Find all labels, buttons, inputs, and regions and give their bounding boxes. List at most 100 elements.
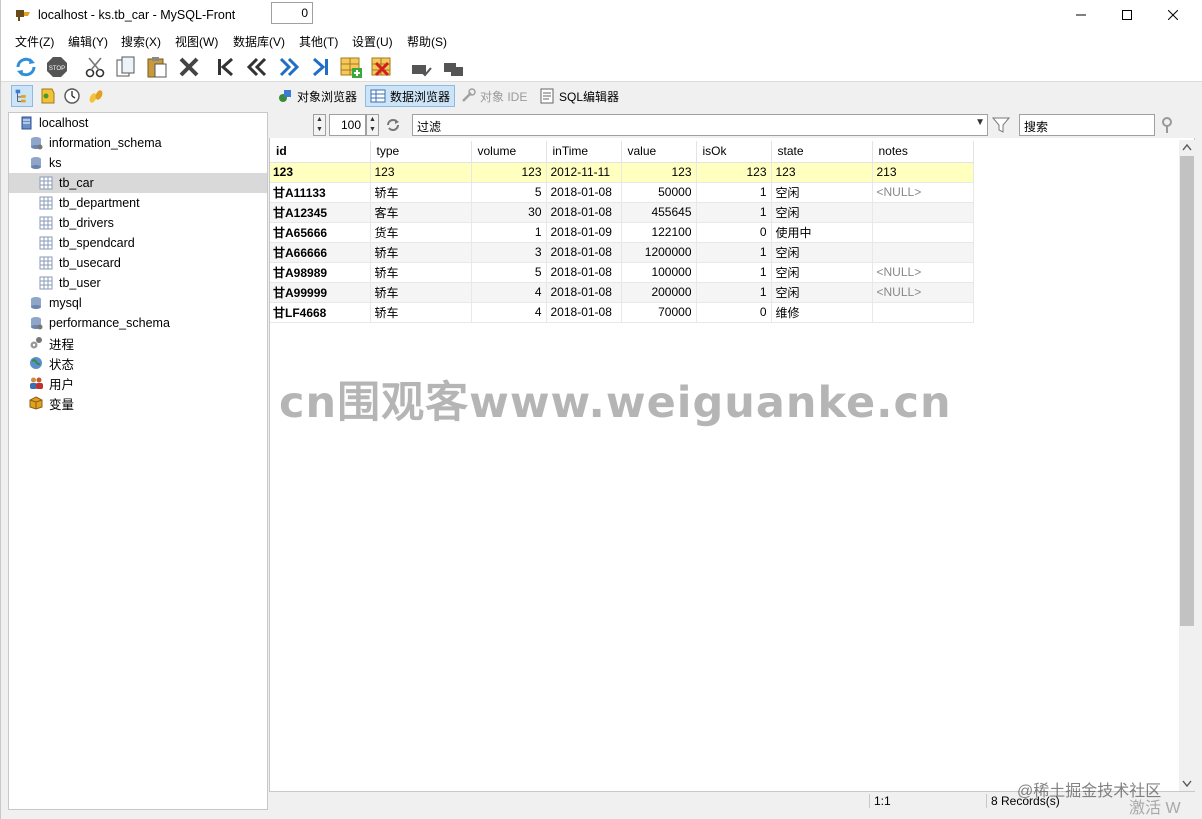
table-cell-isOk[interactable]: 123 [696,162,772,183]
scroll-down-icon[interactable] [1182,780,1192,788]
menu-file[interactable]: 文件(Z) [15,33,54,50]
search-icon[interactable] [1159,115,1177,135]
tree-node-status[interactable]: 状态 [29,353,74,373]
table-cell-isOk[interactable]: 1 [696,262,772,283]
table-cell-notes[interactable]: 213 [872,162,974,183]
table-cell-inTime[interactable]: 2018-01-08 [546,302,622,323]
table-row[interactable]: 甘A65666 货车 1 2018-01-09 122100 0 使用中 [270,222,974,243]
limit-spinner[interactable]: ▲ ▼ [366,114,379,136]
table-cell-type[interactable]: 轿车 [370,282,472,303]
table-cell-isOk[interactable]: 0 [696,222,772,243]
table-cell-value[interactable]: 50000 [621,182,697,203]
table-cell-type[interactable]: 轿车 [370,242,472,263]
table-cell-type[interactable]: 轿车 [370,302,472,323]
tree-node-performance-schema[interactable]: performance_schema [29,313,170,333]
table-cell-state[interactable]: 空闲 [771,182,873,203]
next-page-icon[interactable] [277,55,301,79]
tree-node-mysql[interactable]: mysql [29,293,82,313]
table-cell-volume[interactable]: 30 [471,202,547,223]
table-cell-isOk[interactable]: 1 [696,202,772,223]
table-cell-state[interactable]: 123 [771,162,873,183]
bookmarks-icon[interactable] [37,85,59,107]
table-cell-id[interactable]: 甘A66666 [270,242,371,263]
table-cell-volume[interactable]: 3 [471,242,547,263]
table-cell-type[interactable]: 123 [370,162,472,183]
table-cell-value[interactable]: 200000 [621,282,697,303]
tree-node-tb-drivers[interactable]: tb_drivers [39,213,114,233]
table-cell-id[interactable]: 甘A11133 [270,182,371,203]
tab-object-ide[interactable]: 对象 IDE [456,85,531,107]
table-row[interactable]: 甘A66666 轿车 3 2018-01-08 1200000 1 空闲 [270,242,974,263]
table-cell-state[interactable]: 维修 [771,302,873,323]
offset-field[interactable]: 0 [271,2,313,24]
offset-spinner[interactable]: ▲ ▼ [313,114,326,136]
tab-data-browser[interactable]: 数据浏览器 [365,85,456,107]
tree-node-tb-usecard[interactable]: tb_usecard [39,253,121,273]
minimize-button[interactable] [1058,0,1104,30]
table-cell-notes[interactable] [872,302,974,323]
close-button[interactable] [1150,0,1196,30]
table-cell-isOk[interactable]: 0 [696,302,772,323]
cut-icon[interactable] [83,55,107,79]
tree-node-localhost[interactable]: localhost [19,113,88,133]
menu-search[interactable]: 搜索(X) [121,33,161,50]
table-cell-notes[interactable]: <NULL> [872,182,974,203]
table-cell-volume[interactable]: 4 [471,302,547,323]
tree-node-processes[interactable]: 进程 [29,333,74,353]
table-cell-value[interactable]: 122100 [621,222,697,243]
table-cell-value[interactable]: 123 [621,162,697,183]
maximize-button[interactable] [1104,0,1150,30]
table-row[interactable]: 123 123 123 2012-11-11 123 123 123 213 [270,162,974,183]
cancel-record-icon[interactable] [441,55,465,79]
table-cell-id[interactable]: 123 [270,162,371,183]
column-header[interactable]: state [771,141,873,163]
table-cell-notes[interactable] [872,222,974,243]
table-row[interactable]: 甘A99999 轿车 4 2018-01-08 200000 1 空闲 <NULL> [270,282,974,303]
column-header[interactable]: type [370,141,472,163]
menu-edit[interactable]: 编辑(Y) [68,33,108,50]
tree-node-variables[interactable]: 变量 [29,393,74,413]
vertical-scrollbar[interactable] [1179,140,1195,792]
apply-limit-icon[interactable] [384,116,402,134]
menu-view[interactable]: 视图(W) [175,33,218,50]
table-cell-value[interactable]: 70000 [621,302,697,323]
table-cell-id[interactable]: 甘A65666 [270,222,371,243]
table-cell-inTime[interactable]: 2018-01-09 [546,222,622,243]
table-cell-isOk[interactable]: 1 [696,242,772,263]
column-header[interactable]: volume [471,141,547,163]
tree-node-tb-car[interactable]: tb_car [9,173,267,193]
table-row[interactable]: 甘A11133 轿车 5 2018-01-08 50000 1 空闲 <NULL> [270,182,974,203]
tree-node-tb-department[interactable]: tb_department [39,193,140,213]
menu-database[interactable]: 数据库(V) [233,33,285,50]
column-header[interactable]: inTime [546,141,622,163]
jobs-icon[interactable] [85,85,107,107]
table-cell-inTime[interactable]: 2012-11-11 [546,162,622,183]
table-cell-volume[interactable]: 4 [471,282,547,303]
table-cell-id[interactable]: 甘A12345 [270,202,371,223]
table-cell-volume[interactable]: 123 [471,162,547,183]
table-cell-notes[interactable]: <NULL> [872,282,974,303]
copy-icon[interactable] [114,55,138,79]
scroll-up-icon[interactable] [1182,143,1192,151]
table-cell-value[interactable]: 1200000 [621,242,697,263]
navigator-icon[interactable] [11,85,33,107]
tree-node-users[interactable]: 用户 [29,373,74,393]
tree-node-tb-user[interactable]: tb_user [39,273,101,293]
stop-icon[interactable]: STOP [45,55,69,79]
table-cell-state[interactable]: 空闲 [771,262,873,283]
tree-node-ks[interactable]: ks [29,153,62,173]
tree-node-tb-spendcard[interactable]: tb_spendcard [39,233,135,253]
table-cell-notes[interactable] [872,242,974,263]
chevron-down-icon[interactable]: ▼ [975,117,985,128]
first-record-icon[interactable] [214,55,238,79]
table-cell-type[interactable]: 货车 [370,222,472,243]
table-cell-type[interactable]: 轿车 [370,182,472,203]
table-cell-notes[interactable]: <NULL> [872,262,974,283]
column-header[interactable]: value [621,141,697,163]
table-cell-inTime[interactable]: 2018-01-08 [546,182,622,203]
table-cell-state[interactable]: 空闲 [771,202,873,223]
menu-help[interactable]: 帮助(S) [407,33,447,50]
table-cell-inTime[interactable]: 2018-01-08 [546,242,622,263]
tab-object-browser[interactable]: 对象浏览器 [273,85,361,107]
refresh-icon[interactable] [14,55,38,79]
